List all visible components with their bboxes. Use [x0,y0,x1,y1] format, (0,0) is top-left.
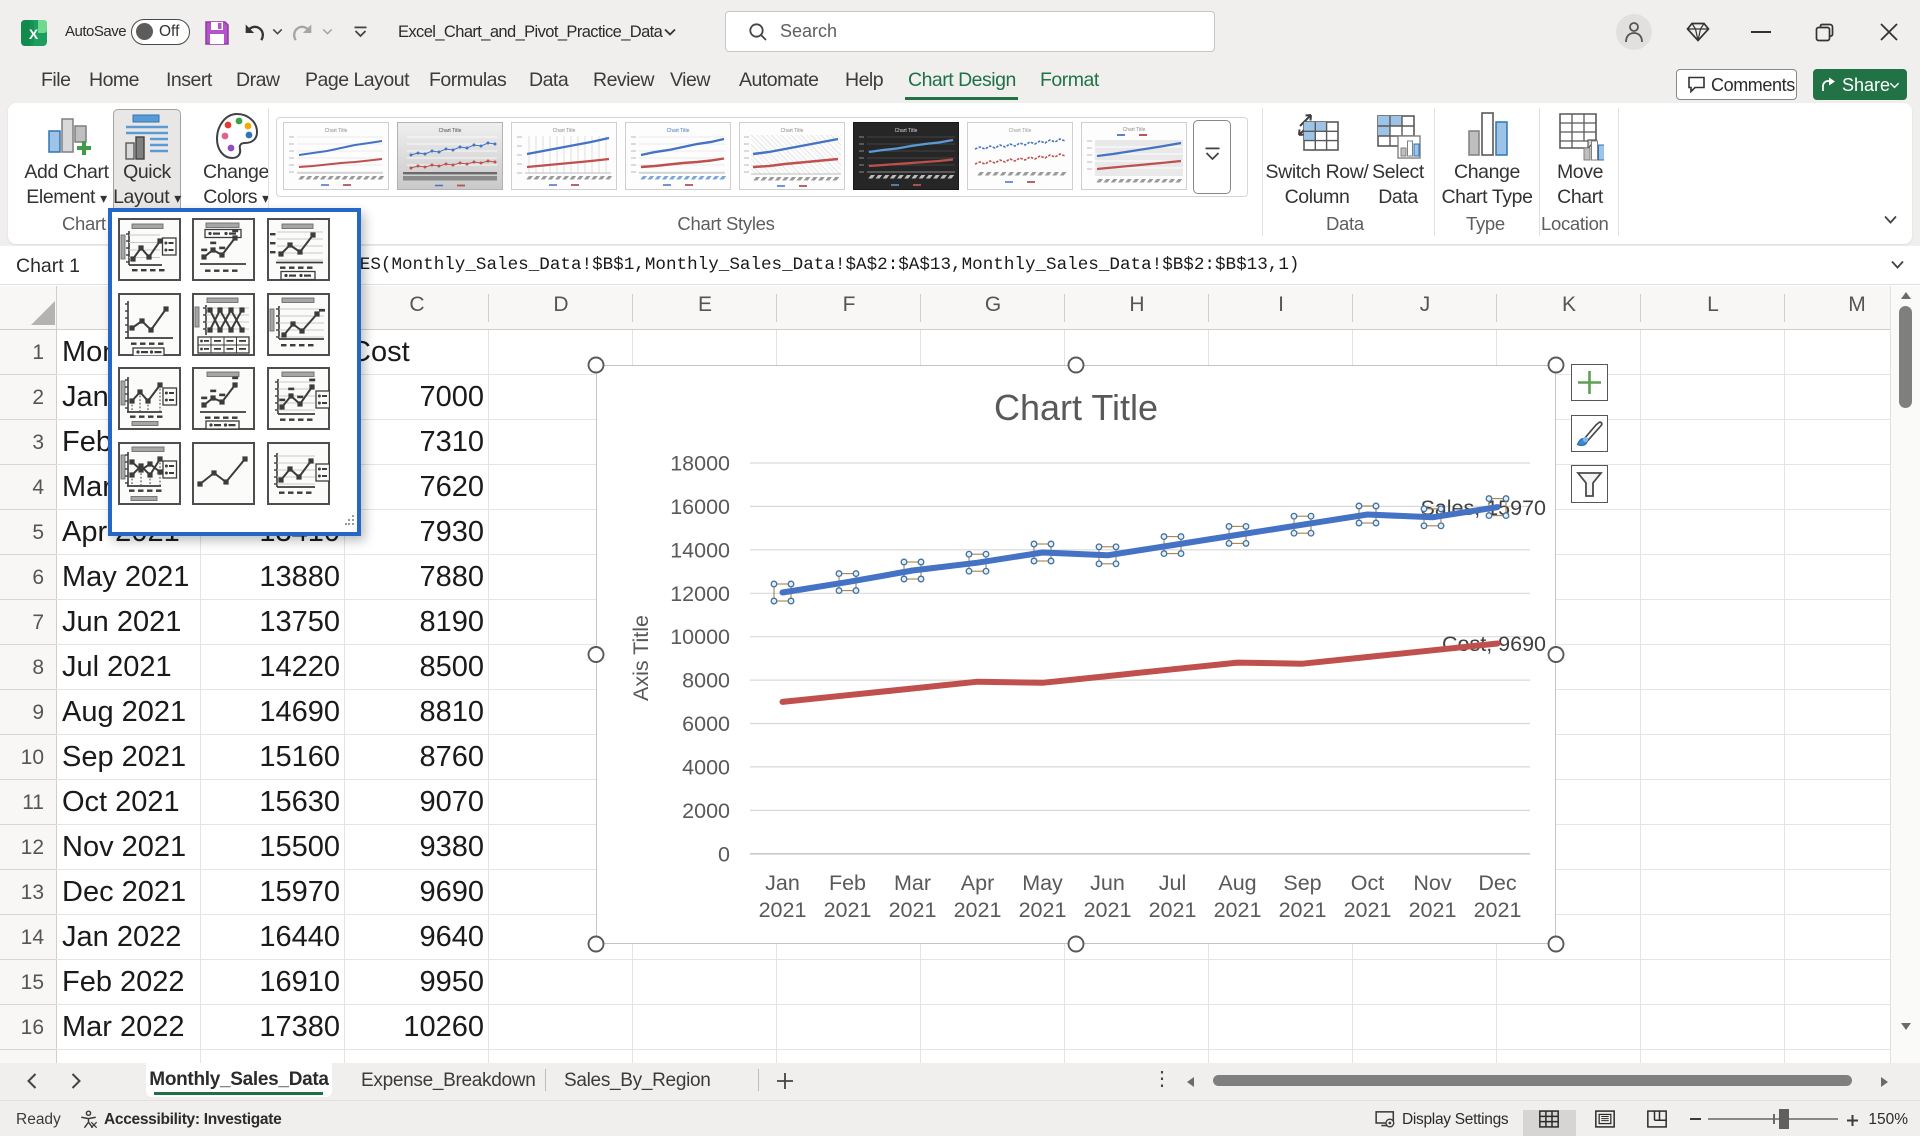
svg-text:May: May [1022,871,1063,895]
svg-text:Axis Title: Axis Title [629,615,653,701]
svg-text:0: 0 [718,842,730,866]
svg-text:Chart Title: Chart Title [667,128,690,134]
svg-text:Mar: Mar [894,871,931,895]
svg-text:Chart Title: Chart Title [325,128,348,134]
svg-text:2021: 2021 [1279,898,1327,922]
svg-text:2021: 2021 [1214,898,1262,922]
svg-text:2021: 2021 [1344,898,1392,922]
svg-text:2021: 2021 [1149,898,1197,922]
svg-text:Jul: Jul [1159,871,1186,895]
svg-text:12000: 12000 [670,582,730,606]
svg-text:8000: 8000 [682,669,730,693]
svg-text:2021: 2021 [954,898,1002,922]
svg-text:2021: 2021 [824,898,872,922]
svg-text:2021: 2021 [889,898,937,922]
svg-text:Jan: Jan [765,871,800,895]
svg-text:16000: 16000 [670,495,730,519]
svg-text:Chart Title: Chart Title [439,128,462,134]
svg-text:Apr: Apr [961,871,994,895]
svg-text:4000: 4000 [682,755,730,779]
svg-text:Chart Title: Chart Title [994,387,1158,428]
svg-text:Aug: Aug [1218,871,1256,895]
svg-text:Chart Title: Chart Title [895,128,918,134]
svg-text:2021: 2021 [1019,898,1067,922]
svg-text:Dec: Dec [1478,871,1516,895]
svg-text:Jun: Jun [1090,871,1125,895]
svg-text:Feb: Feb [829,871,866,895]
svg-text:2021: 2021 [759,898,807,922]
svg-text:18000: 18000 [670,452,730,476]
svg-text:6000: 6000 [682,712,730,736]
svg-text:2021: 2021 [1084,898,1132,922]
svg-text:10000: 10000 [670,625,730,649]
svg-text:2021: 2021 [1474,898,1522,922]
svg-text:Sep: Sep [1283,871,1321,895]
svg-text:Chart Title: Chart Title [553,128,576,134]
svg-text:Chart Title: Chart Title [1009,128,1032,134]
svg-text:Nov: Nov [1413,871,1451,895]
svg-text:2000: 2000 [682,799,730,823]
svg-text:Chart Title: Chart Title [1123,127,1146,133]
svg-text:Oct: Oct [1351,871,1384,895]
svg-text:Chart Title: Chart Title [781,128,804,134]
svg-text:X: X [29,26,39,42]
svg-text:2021: 2021 [1409,898,1457,922]
svg-text:14000: 14000 [670,538,730,562]
